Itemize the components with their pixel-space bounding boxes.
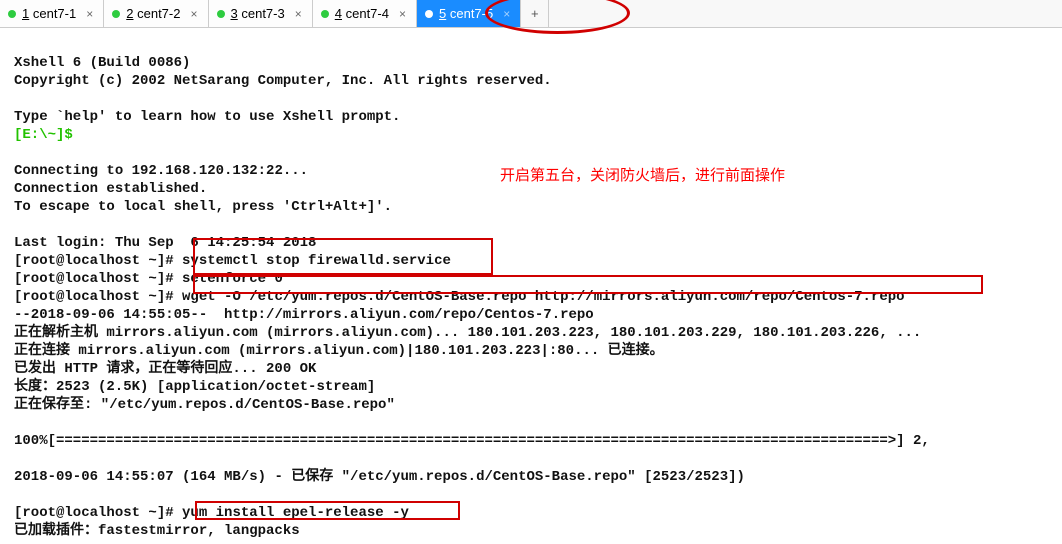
annotation-note: 开启第五台，关闭防火墙后，进行前面操作 [500, 164, 785, 185]
wget-line: 正在保存至: "/etc/yum.repos.d/CentOS-Base.rep… [14, 397, 395, 413]
tab-cent7-1[interactable]: 1 cent7-1 × [0, 0, 104, 27]
shell-prompt: [root@localhost ~]# [14, 253, 182, 269]
tab-title: cent7-2 [137, 6, 180, 21]
tab-number: 4 [335, 6, 342, 21]
tab-bar: 1 cent7-1 × 2 cent7-2 × 3 cent7-3 × 4 ce… [0, 0, 1062, 28]
shell-prompt: [root@localhost ~]# [14, 505, 182, 521]
status-dot-icon [321, 10, 329, 18]
close-icon[interactable]: × [295, 7, 302, 21]
status-dot-icon [217, 10, 225, 18]
close-icon[interactable]: × [399, 7, 406, 21]
command-2: setenforce 0 [182, 271, 283, 287]
shell-prompt: [root@localhost ~]# [14, 289, 182, 305]
tab-title: cent7-4 [346, 6, 389, 21]
status-dot-icon [425, 10, 433, 18]
wget-line: --2018-09-06 14:55:05-- http://mirrors.a… [14, 307, 594, 323]
tab-cent7-2[interactable]: 2 cent7-2 × [104, 0, 208, 27]
copyright-line: Copyright (c) 2002 NetSarang Computer, I… [14, 73, 552, 89]
close-icon[interactable]: × [86, 7, 93, 21]
wget-line: 正在解析主机 mirrors.aliyun.com (mirrors.aliyu… [14, 325, 921, 341]
wget-line: 正在连接 mirrors.aliyun.com (mirrors.aliyun.… [14, 343, 664, 359]
local-prompt: [E:\~]$ [14, 127, 73, 143]
tab-number: 3 [231, 6, 238, 21]
tab-cent7-5[interactable]: 5 cent7-5 × [417, 0, 521, 27]
tab-title: cent7-1 [33, 6, 76, 21]
yum-line: 已加载插件：fastestmirror, langpacks [14, 523, 300, 539]
tab-number: 1 [22, 6, 29, 21]
wget-done: 2018-09-06 14:55:07 (164 MB/s) - 已保存 "/e… [14, 469, 745, 485]
status-dot-icon [112, 10, 120, 18]
close-icon[interactable]: × [190, 7, 197, 21]
progress-bar: 100%[===================================… [14, 433, 930, 449]
tab-cent7-4[interactable]: 4 cent7-4 × [313, 0, 417, 27]
tab-cent7-3[interactable]: 3 cent7-3 × [209, 0, 313, 27]
tab-title: cent7-3 [241, 6, 284, 21]
shell-prompt: [root@localhost ~]# [14, 271, 182, 287]
help-hint: Type `help' to learn how to use Xshell p… [14, 109, 400, 125]
status-dot-icon [8, 10, 16, 18]
escape-hint: To escape to local shell, press 'Ctrl+Al… [14, 199, 392, 215]
close-icon[interactable]: × [503, 7, 510, 21]
last-login: Last login: Thu Sep 6 14:25:54 2018 [14, 235, 316, 251]
app-header: Xshell 6 (Build 0086) [14, 55, 190, 71]
tab-title: cent7-5 [450, 6, 493, 21]
connection-established: Connection established. [14, 181, 207, 197]
tab-number: 2 [126, 6, 133, 21]
connecting-line: Connecting to 192.168.120.132:22... [14, 163, 308, 179]
wget-line: 已发出 HTTP 请求，正在等待回应... 200 OK [14, 361, 316, 377]
command-3: wget -O /etc/yum.repos.d/CentOS-Base.rep… [182, 289, 905, 305]
command-4: yum install epel-release -y [182, 505, 409, 521]
wget-line: 长度：2523 (2.5K) [application/octet-stream… [14, 379, 375, 395]
terminal-output[interactable]: Xshell 6 (Build 0086) Copyright (c) 2002… [0, 28, 1062, 544]
add-tab-button[interactable]: + [521, 0, 549, 27]
command-1: systemctl stop firewalld.service [182, 253, 451, 269]
tab-number: 5 [439, 6, 446, 21]
